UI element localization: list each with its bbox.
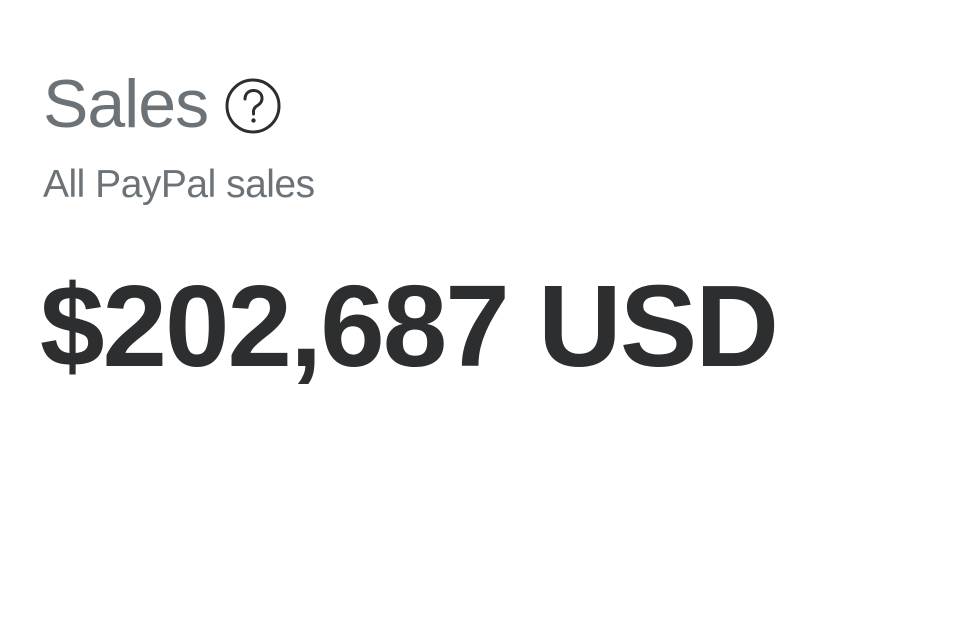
sales-header: Sales xyxy=(43,66,282,142)
card-title: Sales xyxy=(43,66,209,142)
card-subtitle: All PayPal sales xyxy=(43,163,315,206)
question-circle-icon[interactable] xyxy=(224,77,282,135)
sales-amount: $202,687 USD xyxy=(40,261,779,391)
sales-card: Sales All PayPal sales $202,687 USD xyxy=(0,0,966,618)
